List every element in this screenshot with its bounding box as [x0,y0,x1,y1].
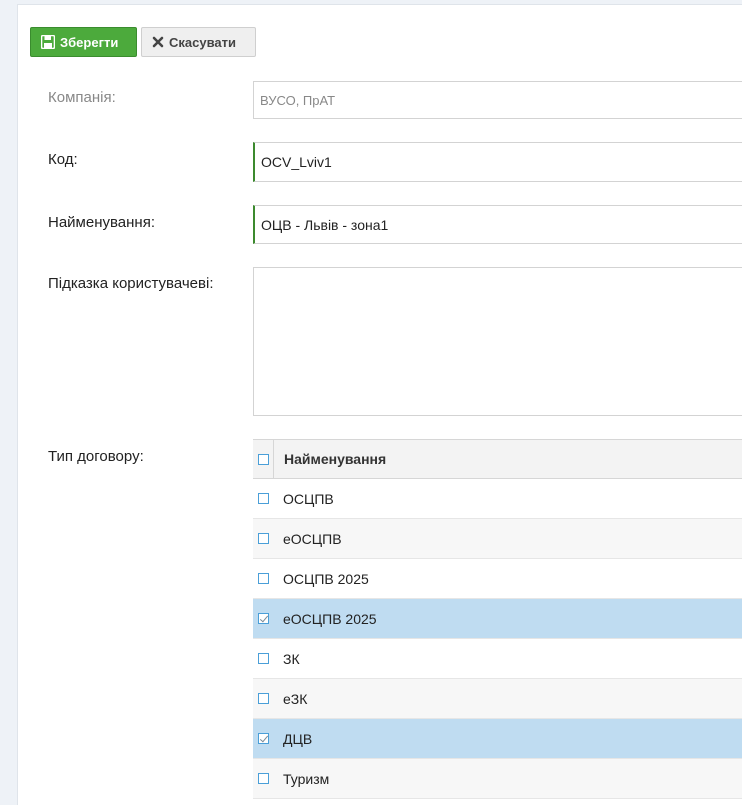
grid-rows: ОСЦПВ еОСЦПВ ОСЦПВ 2025 еОСЦПВ 2025 ЗК еЗК ДЦВ… [253,479,742,799]
row-checkbox[interactable] [257,693,269,704]
name-input[interactable]: ОЦВ - Львів - зона1 [253,205,742,244]
row-checkbox-cell [253,653,273,664]
row-name: еОСЦПВ 2025 [283,610,377,627]
row-checkbox-cell [253,773,273,784]
table-row[interactable]: ЗК [253,639,742,679]
row-checkbox[interactable] [257,573,269,584]
company-label: Компанія: [48,89,116,106]
toolbar: Зберегти Скасувати [30,27,256,57]
row-checkbox-cell [253,493,273,504]
row-checkbox-cell [253,613,273,624]
company-field: ВУСО, ПрАТ [253,81,742,119]
close-icon [152,36,164,48]
save-button-label: Зберегти [60,34,119,50]
row-name: еОСЦПВ [283,530,342,547]
company-value: ВУСО, ПрАТ [260,92,336,108]
cancel-button-label: Скасувати [169,34,236,50]
row-name: еЗК [283,690,308,707]
row-name: ОСЦПВ [283,490,334,507]
row-checkbox-cell [253,693,273,704]
table-row[interactable]: ОСЦПВ [253,479,742,519]
hint-textarea[interactable] [253,267,742,416]
table-row[interactable]: Туризм [253,759,742,799]
contract-type-grid: Найменування ОСЦПВ еОСЦПВ ОСЦПВ 2025 еОСЦПВ… [253,439,742,799]
cancel-button[interactable]: Скасувати [141,27,256,57]
save-button[interactable]: Зберегти [30,27,137,57]
contract-type-label: Тип договору: [48,448,144,465]
form-panel: Зберегти Скасувати Компанія: ВУСО, ПрАТ … [17,4,742,805]
name-label: Найменування: [48,214,155,231]
code-value: OCV_Lviv1 [261,154,332,170]
row-name: ДЦВ [283,730,313,747]
grid-header: Найменування [253,439,742,479]
name-value: ОЦВ - Львів - зона1 [261,216,389,233]
row-checkbox-cell [253,573,273,584]
row-checkbox-cell [253,733,273,744]
select-all-checkbox[interactable] [257,453,269,465]
column-header-name[interactable]: Найменування [274,451,386,467]
row-name: ОСЦПВ 2025 [283,570,369,587]
row-name: ЗК [283,650,300,667]
row-checkbox[interactable] [257,733,269,744]
hint-label: Підказка користувачеві: [48,275,214,292]
row-name: Туризм [283,770,330,787]
row-checkbox[interactable] [257,533,269,544]
table-row[interactable]: ДЦВ [253,719,742,759]
code-label: Код: [48,151,78,168]
row-checkbox[interactable] [257,613,269,624]
row-checkbox[interactable] [257,493,269,504]
floppy-disk-icon [41,35,55,49]
table-row[interactable]: еЗК [253,679,742,719]
row-checkbox-cell [253,533,273,544]
row-checkbox[interactable] [257,653,269,664]
table-row[interactable]: ОСЦПВ 2025 [253,559,742,599]
table-row[interactable]: еОСЦПВ [253,519,742,559]
row-checkbox[interactable] [257,773,269,784]
table-row[interactable]: еОСЦПВ 2025 [253,599,742,639]
code-input[interactable]: OCV_Lviv1 [253,142,742,182]
select-all-cell [253,440,274,478]
